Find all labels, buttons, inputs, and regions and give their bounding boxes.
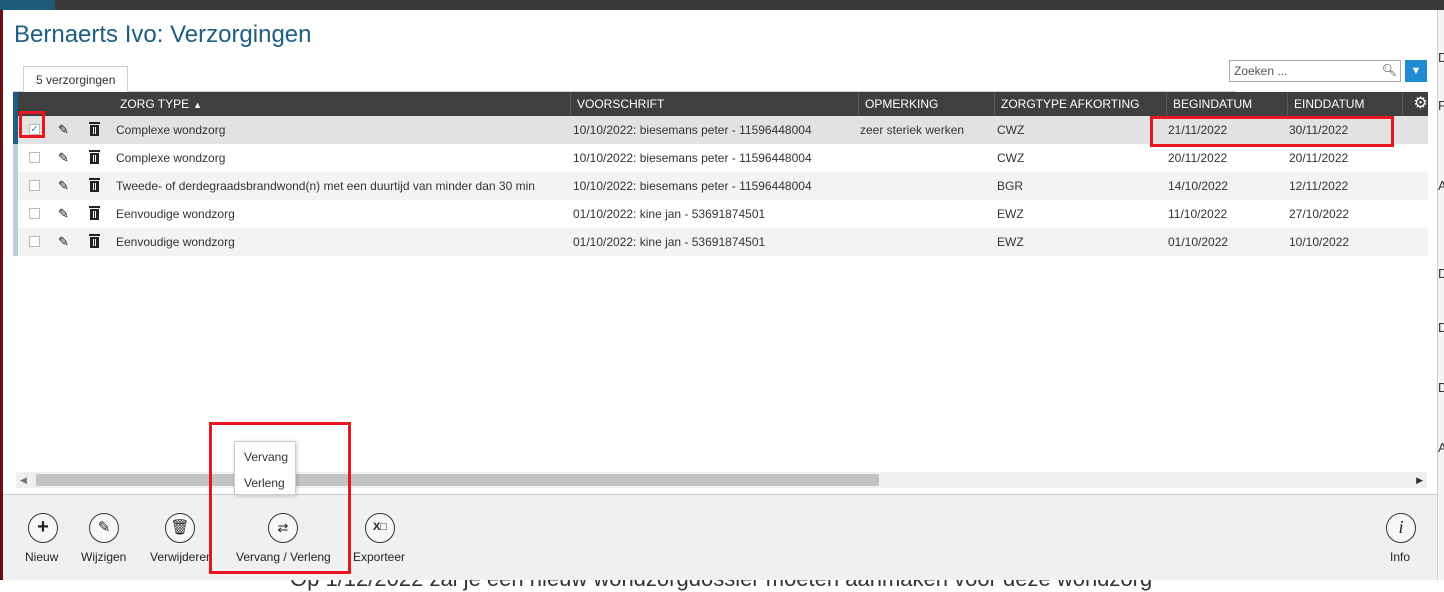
trash-icon[interactable]: [89, 122, 100, 136]
background-letter: A: [1438, 178, 1444, 193]
column-header-voorschrift[interactable]: VOORSCHRIFT: [571, 92, 859, 116]
excel-icon: X□: [365, 513, 395, 543]
trash-icon[interactable]: [89, 234, 100, 248]
cell-begindatum: 14/10/2022: [1168, 179, 1229, 193]
cell-einddatum: 27/10/2022: [1289, 207, 1350, 221]
search-box[interactable]: 🔍︎: [1229, 60, 1401, 82]
row-checkbox[interactable]: [29, 208, 40, 219]
export-button[interactable]: X□ Exporteer: [351, 495, 407, 565]
cell-zorg-type: Tweede- of derdegraadsbrandwond(n) met e…: [116, 179, 535, 193]
search-input[interactable]: [1234, 62, 1380, 80]
app-top-bar: [0, 0, 1444, 10]
cell-einddatum: 10/10/2022: [1289, 235, 1350, 249]
column-label: ZORG TYPE: [120, 97, 190, 111]
background-letter: A: [1438, 440, 1444, 455]
export-button-label: Exporteer: [353, 550, 406, 564]
table-row[interactable]: ✎ Eenvoudige wondzorg 01/10/2022: kine j…: [13, 200, 1428, 228]
pencil-icon[interactable]: ✎: [58, 172, 69, 200]
cell-voorschrift: 10/10/2022: biesemans peter - 1159644800…: [573, 123, 812, 137]
delete-button-label: Verwijderen: [150, 550, 213, 564]
background-right-strip: [1437, 10, 1444, 580]
page-title: Bernaerts Ivo: Verzorgingen: [14, 21, 312, 48]
cell-afkorting: EWZ: [997, 207, 1024, 221]
cell-voorschrift: 10/10/2022: biesemans peter - 1159644800…: [573, 179, 812, 193]
trash-icon: 🗑︎: [165, 513, 195, 543]
column-label: OPMERKING: [865, 97, 939, 111]
pencil-icon[interactable]: ✎: [58, 116, 69, 144]
plus-icon: +: [28, 513, 58, 543]
filter-button[interactable]: ▼: [1405, 60, 1427, 82]
pencil-icon[interactable]: ✎: [58, 228, 69, 256]
table-row[interactable]: ✎ Complexe wondzorg 10/10/2022: bieseman…: [13, 144, 1428, 172]
background-letter: D: [1438, 50, 1444, 65]
cell-afkorting: EWZ: [997, 235, 1024, 249]
delete-button[interactable]: 🗑︎ Verwijderen: [147, 495, 213, 565]
cell-einddatum: 20/11/2022: [1289, 151, 1349, 165]
column-header-opmerking[interactable]: OPMERKING: [859, 92, 995, 116]
edit-button[interactable]: ✎ Wijzigen: [81, 495, 133, 565]
background-letter: D: [1438, 266, 1444, 281]
cell-begindatum: 01/10/2022: [1168, 235, 1229, 249]
column-label: VOORSCHRIFT: [577, 97, 665, 111]
edit-button-label: Wijzigen: [81, 550, 127, 564]
info-icon: i: [1386, 513, 1416, 543]
sort-ascending-icon: ▲: [193, 100, 203, 110]
column-header-einddatum[interactable]: EINDDATUM: [1288, 92, 1403, 116]
cell-zorg-type: Eenvoudige wondzorg: [116, 235, 235, 249]
info-button[interactable]: i Info: [1383, 495, 1423, 565]
annotation-highlight-dates: [1150, 116, 1394, 147]
column-header-zorg-type[interactable]: ZORG TYPE ▲: [114, 92, 571, 116]
new-button-label: Nieuw: [25, 550, 59, 564]
scrollbar-thumb[interactable]: [36, 474, 879, 486]
cell-voorschrift: 01/10/2022: kine jan - 53691874501: [573, 207, 766, 221]
cell-begindatum: 11/10/2022: [1168, 207, 1228, 221]
cell-opmerking: zeer steriek werken: [860, 123, 965, 137]
annotation-highlight-vervang-verleng: [209, 422, 351, 574]
tab-verzorgingen[interactable]: 5 verzorgingen: [23, 66, 129, 92]
row-checkbox[interactable]: [29, 180, 40, 191]
annotation-highlight-checkbox: [19, 111, 45, 138]
new-button[interactable]: + Nieuw: [21, 495, 65, 565]
row-checkbox[interactable]: [29, 236, 40, 247]
funnel-icon: ▼: [1410, 65, 1422, 77]
cell-zorg-type: Eenvoudige wondzorg: [116, 207, 235, 221]
column-label: BEGINDATUM: [1173, 97, 1253, 111]
cell-voorschrift: 01/10/2022: kine jan - 53691874501: [573, 235, 766, 249]
search-icon[interactable]: 🔍︎: [1382, 63, 1397, 77]
column-header-zorgtype-afkorting[interactable]: ZORGTYPE AFKORTING: [995, 92, 1167, 116]
cell-zorg-type: Complexe wondzorg: [116, 123, 226, 137]
info-button-label: Info: [1390, 550, 1411, 564]
column-label: EINDDATUM: [1294, 97, 1365, 111]
pencil-icon[interactable]: ✎: [58, 144, 69, 172]
trash-icon[interactable]: [89, 150, 100, 164]
gear-icon[interactable]: ⚙: [1408, 92, 1433, 116]
background-letter: D: [1438, 320, 1444, 335]
cell-afkorting: CWZ: [997, 151, 1025, 165]
cell-voorschrift: 10/10/2022: biesemans peter - 1159644800…: [573, 151, 812, 165]
column-label: ZORGTYPE AFKORTING: [1001, 97, 1140, 111]
scroll-right-icon[interactable]: ▶: [1416, 472, 1423, 488]
table-row[interactable]: ✎ Eenvoudige wondzorg 01/10/2022: kine j…: [13, 228, 1428, 256]
cell-begindatum: 20/11/2022: [1168, 151, 1228, 165]
pencil-icon: ✎: [89, 513, 119, 543]
cell-einddatum: 12/11/2022: [1289, 179, 1349, 193]
table-row[interactable]: ✎ Tweede- of derdegraadsbrandwond(n) met…: [13, 172, 1428, 200]
background-letter: D: [1438, 380, 1444, 395]
scroll-left-icon[interactable]: ◀: [20, 472, 27, 488]
verzorgingen-table: ZORG TYPE ▲ VOORSCHRIFT OPMERKING ZORGTYP…: [13, 92, 1428, 474]
column-header-begindatum[interactable]: BEGINDATUM: [1167, 92, 1288, 116]
cell-afkorting: CWZ: [997, 123, 1025, 137]
row-checkbox[interactable]: [29, 152, 40, 163]
table-header: ZORG TYPE ▲ VOORSCHRIFT OPMERKING ZORGTYP…: [13, 92, 1428, 116]
trash-icon[interactable]: [89, 178, 100, 192]
pencil-icon[interactable]: ✎: [58, 200, 69, 228]
background-letter: P: [1438, 98, 1444, 113]
cell-zorg-type: Complexe wondzorg: [116, 151, 226, 165]
app-top-bar-left: [0, 0, 55, 10]
trash-icon[interactable]: [89, 206, 100, 220]
cell-afkorting: BGR: [997, 179, 1024, 193]
